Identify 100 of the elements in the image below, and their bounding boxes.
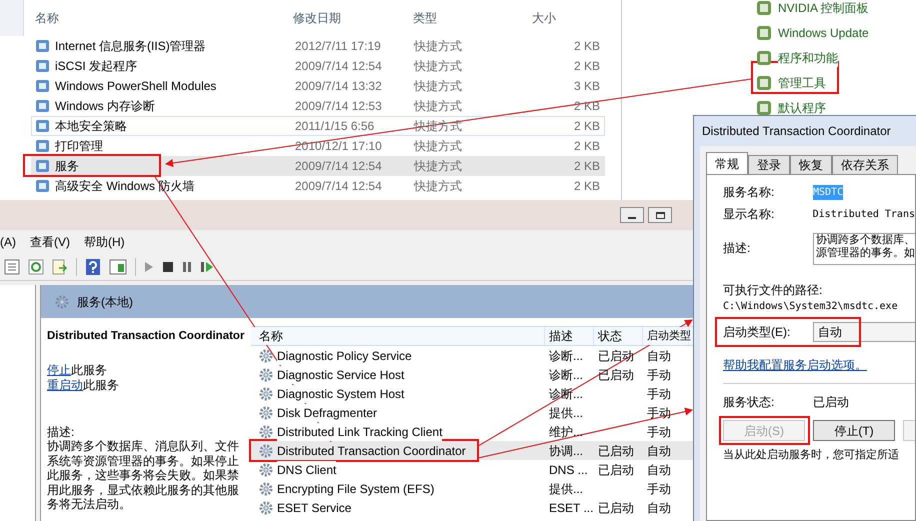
field-label: 服务状态: [723, 394, 776, 411]
service-description-cell: 维护... [549, 424, 584, 438]
executable-path: C:\Windows\System32\msdtc.exe [723, 300, 899, 314]
stop-icon[interactable] [162, 261, 174, 273]
file-type: 快捷方式 [414, 79, 462, 93]
help-icon[interactable] [85, 259, 101, 275]
menu-item[interactable]: 查看(V) [30, 233, 70, 251]
gear-icon [259, 482, 273, 496]
startup-type-cell: 自动 [647, 500, 671, 514]
file-date: 2012/7/11 17:19 [295, 39, 381, 53]
gear-icon [259, 386, 273, 400]
gear-icon [55, 294, 69, 308]
gear-icon [259, 424, 273, 438]
control-panel-icon [756, 50, 772, 66]
window-icon[interactable] [109, 259, 127, 275]
list-icon[interactable] [4, 259, 20, 275]
dialog-tab[interactable]: 恢复 [790, 155, 832, 174]
control-panel-link[interactable]: 默认程序 [778, 98, 826, 116]
display-name-value: Distributed Trans [812, 208, 915, 222]
file-date: 2009/7/14 12:54 [295, 159, 382, 173]
control-panel-link[interactable]: 程序和功能 [778, 48, 838, 66]
shortcut-icon [35, 178, 51, 194]
file-row[interactable]: 服务 2009/7/14 12:54 快捷方式 2 KB [31, 156, 605, 176]
service-description-cell: 诊断... [549, 368, 584, 382]
startup-type-cell: 手动 [647, 424, 671, 438]
service-control-button[interactable]: 停止(T) [813, 420, 895, 441]
service-name: Disk Defragmenter [277, 404, 378, 422]
action-link[interactable]: 重启动 [47, 378, 83, 394]
service-status: 已启动 [598, 368, 634, 382]
shortcut-icon [35, 58, 51, 74]
gear-icon [259, 348, 273, 362]
control-panel-icon [756, 24, 772, 40]
menu-item[interactable]: 帮助(H) [84, 233, 125, 251]
description-label: 描述: [47, 425, 76, 440]
file-date: 2009/7/14 12:54 [295, 59, 382, 73]
action-link[interactable]: 停止 [47, 363, 71, 378]
action-text: 此服务 [71, 363, 107, 378]
file-size: 2 KB [574, 139, 600, 153]
column-header[interactable]: 大小 [524, 9, 604, 27]
control-panel-icon [756, 74, 772, 90]
file-size: 2 KB [574, 179, 600, 193]
file-name: Windows 内存诊断 [55, 98, 156, 115]
description-line: 源管理器的事务。如 [816, 247, 915, 260]
dialog-tab[interactable]: 依存关系 [832, 155, 898, 174]
field-label: 显示名称: [723, 206, 776, 223]
startup-type-cell: 自动 [647, 444, 671, 458]
file-type: 快捷方式 [414, 59, 462, 73]
pause-icon[interactable] [182, 261, 192, 273]
gear-icon [259, 406, 273, 420]
file-name: iSCSI 发起程序 [55, 58, 138, 75]
gear-icon [259, 500, 273, 514]
file-size: 3 KB [574, 79, 600, 93]
control-panel-link[interactable]: NVIDIA 控制面板 [778, 0, 869, 16]
dialog-tab[interactable]: 登录 [748, 155, 790, 174]
startup-type-cell: 手动 [647, 368, 671, 382]
column-header[interactable]: 名称 [251, 327, 545, 345]
file-type: 快捷方式 [414, 179, 462, 193]
file-name: 本地安全策略 [55, 118, 127, 135]
shortcut-icon [35, 98, 51, 114]
dialog-tab[interactable]: 常规 [706, 152, 748, 174]
startup-type-cell: 手动 [647, 406, 671, 420]
shortcut-icon [35, 118, 51, 134]
service-status: 已启动 [598, 500, 634, 514]
service-description: 协调跨多个数据库、消息队列、文件系统等资源管理器的事务。如果停止此服务，这些事务将会失败。如果禁用此服务，显式依赖此服务的其他服务将无法启动。 [47, 439, 240, 512]
maximize-button[interactable] [648, 207, 672, 223]
description-field[interactable]: 协调跨多个数据库、 源管理器的事务。如 [813, 233, 915, 265]
service-description-cell: ESET ... [549, 500, 594, 514]
refresh-icon[interactable] [28, 259, 44, 275]
service-name: Diagnostic System Host [277, 384, 404, 402]
file-size: 2 KB [574, 39, 600, 53]
startup-type-dropdown[interactable]: 自动 [813, 322, 915, 342]
shortcut-icon [35, 38, 51, 54]
file-name: 打印管理 [55, 138, 103, 155]
service-description-cell: 协调... [549, 444, 584, 458]
startup-type-cell: 手动 [647, 482, 671, 496]
column-header[interactable]: 名称 [24, 9, 285, 27]
field-label: 服务名称: [723, 184, 776, 201]
field-label: 可执行文件的路径: [723, 282, 824, 299]
shortcut-icon [35, 138, 51, 154]
service-description-cell: 提供... [549, 482, 584, 496]
restart-icon[interactable] [200, 261, 214, 273]
service-name: Distributed Link Tracking Client [277, 422, 442, 440]
startup-type-cell: 手动 [647, 386, 671, 400]
service-description-cell: 提供... [549, 406, 584, 420]
column-header[interactable]: 修改日期 [285, 9, 405, 27]
help-link[interactable]: 帮助我配置服务启动选项。 [723, 356, 867, 374]
export-icon[interactable] [52, 259, 68, 275]
dialog-title: Distributed Transaction Coordinator [702, 123, 891, 140]
file-size: 2 KB [574, 59, 600, 73]
action-text: 此服务 [83, 378, 119, 394]
description-line: 协调跨多个数据库、 [816, 234, 915, 247]
column-header[interactable]: 类型 [405, 9, 524, 27]
menu-item[interactable]: (A) [0, 233, 16, 251]
shortcut-icon [35, 158, 51, 174]
startup-type-cell: 自动 [647, 462, 671, 476]
minimize-button[interactable] [620, 207, 644, 223]
shortcut-icon [35, 78, 51, 94]
file-name: Internet 信息服务(IIS)管理器 [55, 38, 206, 55]
note-text: 当从此处启动服务时，您可指定所适 [723, 448, 900, 463]
gear-icon [259, 368, 273, 382]
